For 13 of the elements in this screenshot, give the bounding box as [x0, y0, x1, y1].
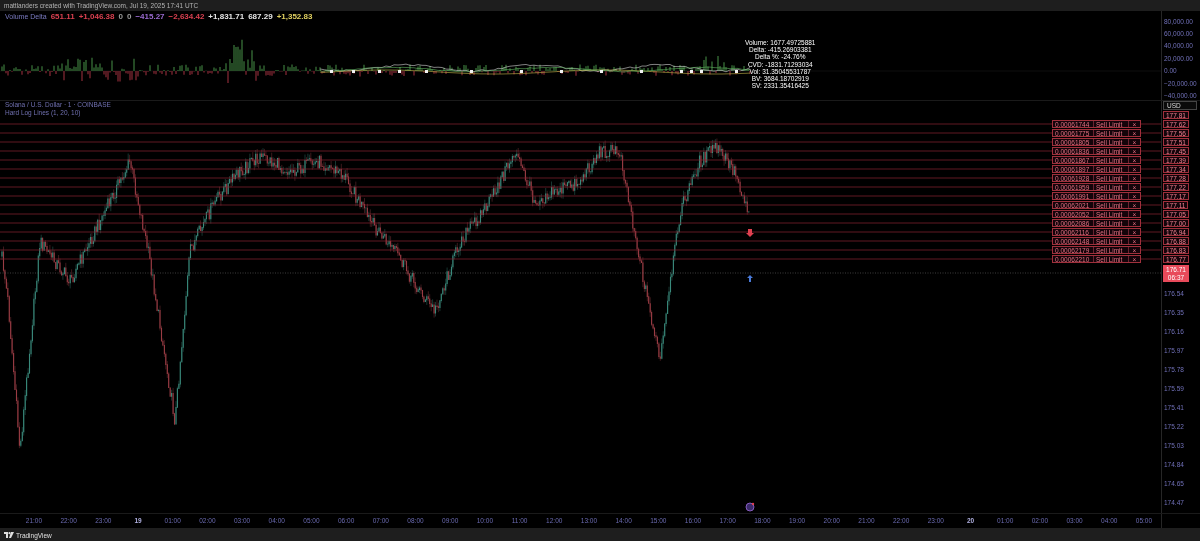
arrow-down-icon [746, 229, 754, 237]
indicator-value: −415.27 [135, 12, 165, 21]
logo-icon [4, 532, 14, 538]
indicator-value: +1,352.83 [276, 12, 313, 21]
indicator-value: +1,831.71 [208, 12, 245, 21]
arrow-up-icon [747, 275, 753, 282]
indicator-value: −2,634.42 [168, 12, 205, 21]
indicator-value: 687.29 [248, 12, 273, 21]
indicator-value: 651.11 [50, 12, 75, 21]
indicator-value: +1,046.38 [78, 12, 115, 21]
indicator-value: 0 [118, 12, 123, 21]
indicator-value: 0 [126, 12, 132, 21]
event-icon [745, 502, 755, 512]
